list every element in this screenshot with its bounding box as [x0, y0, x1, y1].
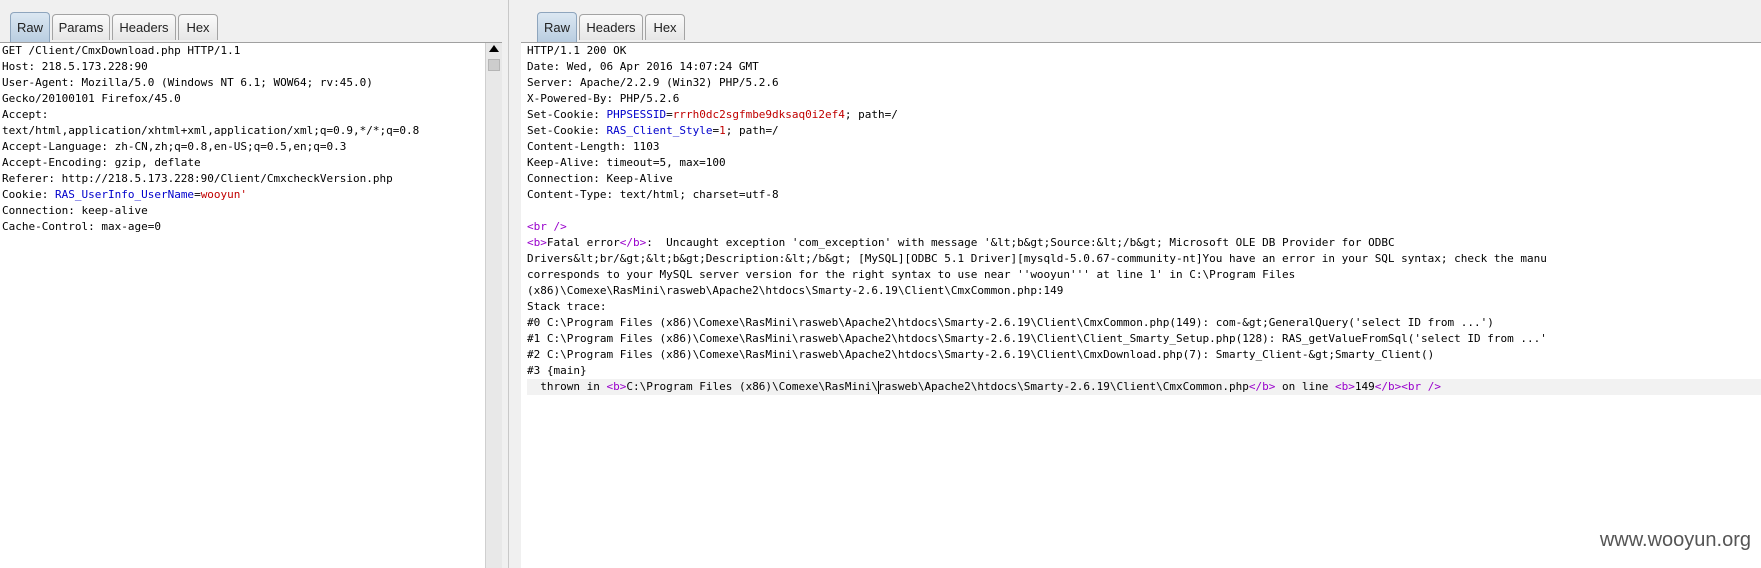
header-keep-alive: Keep-Alive: timeout=5, max=100 [527, 156, 726, 169]
header-x-powered-by: X-Powered-By: PHP/5.2.6 [527, 92, 680, 105]
stack-trace-heading: Stack trace: [527, 300, 607, 313]
html-b-close-tag: </b> [1374, 380, 1402, 393]
request-line: GET /Client/CmxDownload.php HTTP/1.1 [2, 44, 241, 57]
response-pane: Raw Headers Hex HTTP/1.1 200 OK Date: We… [521, 0, 1761, 568]
cookie-eq: = [194, 188, 201, 201]
error-detail-line: (x86)\Comexe\RasMini\rasweb\Apache2\htdo… [527, 284, 1064, 297]
response-tab-hex[interactable]: Hex [645, 14, 685, 40]
header-referer: Referer: http://218.5.173.228:90/Client/… [2, 172, 393, 185]
set-cookie-rest: ; path=/ [844, 108, 898, 121]
set-cookie-label: Set-Cookie: [527, 124, 607, 137]
set-cookie-eq: = [666, 108, 673, 121]
header-accept: Accept: [2, 108, 49, 121]
watermark-text: www.wooyun.org [1599, 529, 1751, 551]
html-b-open-tag: <b> [606, 380, 627, 393]
cookie-value: wooyun' [200, 188, 248, 201]
response-tab-raw[interactable]: Raw [537, 12, 577, 42]
thrown-in-prefix: thrown in [527, 380, 607, 393]
stack-trace-line: #1 C:\Program Files (x86)\Comexe\RasMini… [527, 332, 1547, 345]
request-raw-text[interactable]: GET /Client/CmxDownload.php HTTP/1.1 Hos… [0, 43, 486, 568]
request-tab-bar: Raw Params Headers Hex [0, 0, 502, 43]
response-raw-text[interactable]: HTTP/1.1 200 OK Date: Wed, 06 Apr 2016 1… [521, 43, 1761, 568]
html-b-open-tag: <b> [527, 236, 547, 249]
status-line: HTTP/1.1 200 OK [527, 44, 627, 57]
header-server: Server: Apache/2.2.9 (Win32) PHP/5.2.6 [527, 76, 779, 89]
line-number: 149 [1354, 380, 1375, 393]
header-user-agent: User-Agent: Mozilla/5.0 (Windows NT 6.1;… [2, 76, 373, 89]
header-content-type: Content-Type: text/html; charset=utf-8 [527, 188, 779, 201]
request-vertical-scrollbar[interactable] [485, 43, 502, 568]
html-b-open-tag: <b> [1335, 380, 1355, 393]
header-connection: Connection: Keep-Alive [527, 172, 673, 185]
set-cookie-name: RAS_Client_Style [606, 124, 713, 137]
set-cookie-value: rrrh0dc2sgfmbe9dksaq0i2ef4 [672, 108, 845, 121]
header-accept-language: Accept-Language: zh-CN,zh;q=0.8,en-US;q=… [2, 140, 347, 153]
request-tab-headers[interactable]: Headers [112, 14, 176, 40]
response-tab-bar: Raw Headers Hex [521, 0, 1761, 43]
fatal-error-message: : Uncaught exception 'com_exception' wit… [646, 236, 1395, 249]
header-accept-value: text/html,application/xhtml+xml,applicat… [2, 124, 420, 137]
cookie-name: RAS_UserInfo_UserName [54, 188, 195, 201]
stack-trace-line: #2 C:\Program Files (x86)\Comexe\RasMini… [527, 348, 1435, 361]
thrown-path-part: C:\Program Files (x86)\Comexe\RasMini\ [626, 380, 879, 393]
request-pane: Raw Params Headers Hex GET /Client/CmxDo… [0, 0, 502, 568]
header-cache-control: Cache-Control: max-age=0 [2, 220, 161, 233]
header-connection: Connection: keep-alive [2, 204, 148, 217]
thrown-in-line: thrown in <b>C:\Program Files (x86)\Come… [527, 379, 1761, 395]
header-content-length: Content-Length: 1103 [527, 140, 660, 153]
thrown-path-part: rasweb\Apache2\htdocs\Smarty-2.6.19\Clie… [878, 380, 1249, 393]
on-line-text: on line [1275, 380, 1336, 393]
set-cookie-name: PHPSESSID [606, 108, 667, 121]
header-date: Date: Wed, 06 Apr 2016 14:07:24 GMT [527, 60, 759, 73]
html-b-close-tag: </b> [619, 236, 647, 249]
scroll-up-arrow-icon[interactable] [489, 45, 499, 52]
html-br-tag: <br /> [1401, 380, 1442, 393]
request-tab-hex[interactable]: Hex [178, 14, 218, 40]
header-host: Host: 218.5.173.228:90 [2, 60, 148, 73]
header-user-agent-cont: Gecko/20100101 Firefox/45.0 [2, 92, 181, 105]
header-cookie-label: Cookie: [2, 188, 55, 201]
request-tab-raw[interactable]: Raw [10, 12, 50, 42]
stack-trace-line: #3 {main} [527, 364, 587, 377]
set-cookie-label: Set-Cookie: [527, 108, 607, 121]
html-b-close-tag: </b> [1248, 380, 1276, 393]
error-detail-line: corresponds to your MySQL server version… [527, 268, 1296, 281]
pane-splitter[interactable] [502, 0, 521, 568]
response-tab-headers[interactable]: Headers [579, 14, 643, 40]
header-accept-encoding: Accept-Encoding: gzip, deflate [2, 156, 201, 169]
error-detail-line: Drivers&lt;br/&gt;&lt;b&gt;Description:&… [527, 252, 1547, 265]
fatal-error-text: Fatal error [546, 236, 620, 249]
scrollbar-thumb[interactable] [488, 59, 500, 71]
html-br-tag: <br /> [527, 220, 567, 233]
splitter-grip [508, 0, 509, 568]
stack-trace-line: #0 C:\Program Files (x86)\Comexe\RasMini… [527, 316, 1494, 329]
set-cookie-rest: ; path=/ [725, 124, 779, 137]
request-tab-params[interactable]: Params [52, 14, 110, 40]
set-cookie-value: 1 [719, 124, 726, 137]
